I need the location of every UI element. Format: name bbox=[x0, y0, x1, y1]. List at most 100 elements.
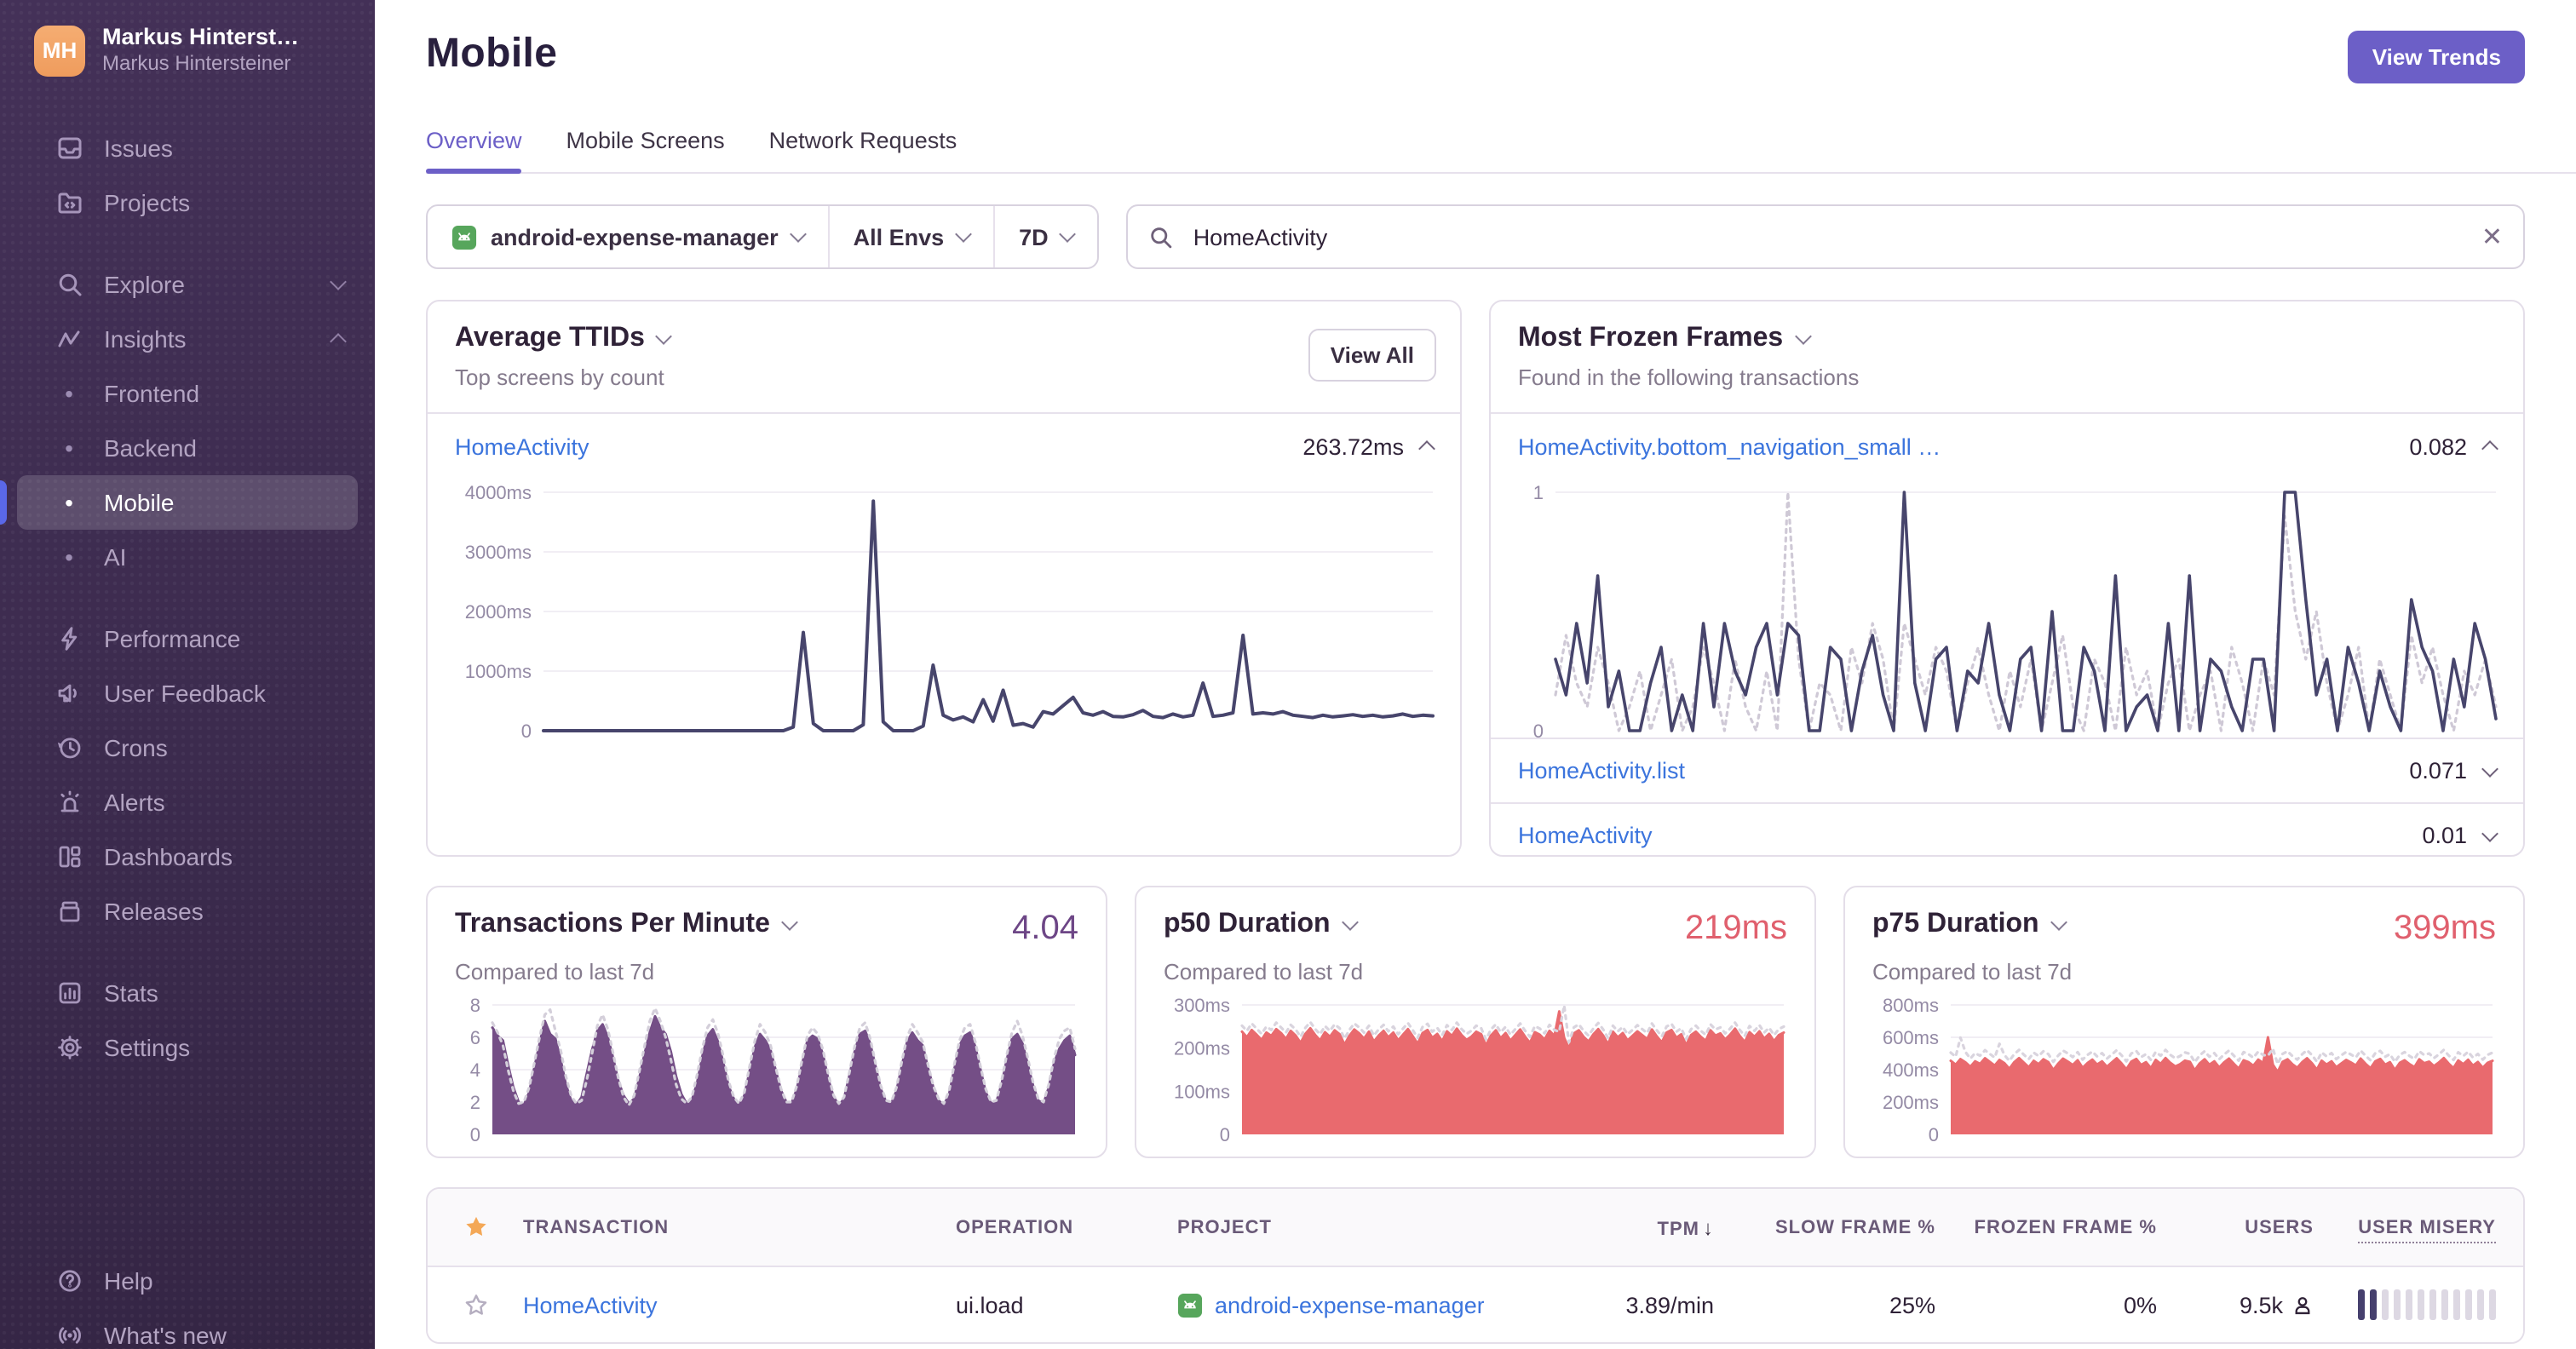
projects-icon bbox=[55, 188, 83, 217]
sidebar-item-performance[interactable]: Performance bbox=[0, 611, 375, 666]
frozen-frames-title-dropdown[interactable]: Most Frozen Frames bbox=[1518, 324, 2496, 354]
column-header-slow-frame[interactable]: SLOW FRAME % bbox=[1714, 1217, 1935, 1237]
bullet-icon: • bbox=[65, 380, 73, 407]
p50-title-dropdown[interactable]: p50 Duration bbox=[1164, 910, 1359, 940]
expand-icon[interactable] bbox=[2481, 760, 2498, 777]
sidebar-item-label: Insights bbox=[104, 325, 187, 353]
transaction-link[interactable]: HomeActivity.bottom_navigation_small … bbox=[1518, 433, 1941, 459]
frozen-row-expanded[interactable]: HomeActivity.bottom_navigation_small … 0… bbox=[1491, 414, 2523, 479]
collapse-icon[interactable] bbox=[2481, 440, 2498, 457]
tab-network-requests[interactable]: Network Requests bbox=[769, 128, 957, 172]
sidebar-item-mobile[interactable]: • Mobile bbox=[17, 475, 358, 530]
column-header-frozen-frame[interactable]: FROZEN FRAME % bbox=[1935, 1217, 2157, 1237]
p75-value: 399ms bbox=[2393, 910, 2496, 947]
frozen-value: 0.082 bbox=[2409, 433, 2467, 459]
p75-title-dropdown[interactable]: p75 Duration bbox=[1872, 910, 2067, 940]
user-misery-cell bbox=[2314, 1289, 2523, 1320]
view-all-button[interactable]: View All bbox=[1308, 329, 1436, 382]
clear-search-icon[interactable]: ✕ bbox=[2481, 224, 2503, 250]
star-column-header[interactable] bbox=[428, 1214, 523, 1240]
column-header-user-misery[interactable]: USER MISERY bbox=[2314, 1217, 2523, 1243]
frozen-frames-chart: 10 bbox=[1515, 482, 2499, 742]
sidebar-item-ai[interactable]: • AI bbox=[0, 530, 375, 584]
transaction-link[interactable]: HomeActivity bbox=[523, 1292, 658, 1317]
column-header-transaction[interactable]: TRANSACTION bbox=[523, 1217, 956, 1237]
column-header-project[interactable]: PROJECT bbox=[1177, 1217, 1586, 1237]
average-ttids-title-dropdown[interactable]: Average TTIDs bbox=[455, 324, 1433, 354]
tpm-chart: 8 6 4 2 0 bbox=[455, 995, 1078, 1145]
sidebar-item-label: Alerts bbox=[104, 789, 165, 816]
top-cards-row: Average TTIDs Top screens by count View … bbox=[426, 300, 2525, 857]
project-selector[interactable]: android-expense-manager bbox=[428, 206, 828, 267]
users-count: 9.5k bbox=[2239, 1292, 2283, 1317]
tpm-title-dropdown[interactable]: Transactions Per Minute bbox=[455, 910, 798, 940]
sidebar-item-user-feedback[interactable]: User Feedback bbox=[0, 666, 375, 720]
sidebar-item-label: Stats bbox=[104, 979, 158, 1007]
expand-icon[interactable] bbox=[2481, 824, 2498, 841]
frozen-row[interactable]: HomeActivity.list 0.071 bbox=[1491, 738, 2523, 802]
sidebar-item-label: Settings bbox=[104, 1034, 191, 1061]
frozen-value: 0.01 bbox=[2422, 823, 2467, 848]
sidebar-item-label: Performance bbox=[104, 625, 241, 652]
star-toggle[interactable] bbox=[428, 1292, 523, 1317]
sidebar-item-dashboards[interactable]: Dashboards bbox=[0, 829, 375, 884]
filter-bar: android-expense-manager All Envs 7D ✕ bbox=[426, 204, 2525, 269]
star-outline-icon bbox=[464, 1294, 486, 1314]
kpi-subtitle: Compared to last 7d bbox=[455, 959, 655, 984]
user-menu[interactable]: MH Markus Hinterst… Markus Hintersteiner bbox=[0, 0, 375, 94]
sidebar-item-label: Crons bbox=[104, 734, 168, 761]
column-header-tpm[interactable]: TPM ↓ bbox=[1586, 1215, 1714, 1239]
sidebar-item-releases[interactable]: Releases bbox=[0, 884, 375, 939]
tab-overview[interactable]: Overview bbox=[426, 128, 523, 174]
sidebar-item-insights[interactable]: Insights bbox=[0, 312, 375, 366]
table-row[interactable]: HomeActivity ui.load android-expense-man… bbox=[428, 1267, 2523, 1342]
tab-mobile-screens[interactable]: Mobile Screens bbox=[566, 128, 725, 172]
tab-bar: Overview Mobile Screens Network Requests bbox=[426, 128, 2576, 174]
bullet-icon: • bbox=[65, 489, 73, 516]
svg-text:200ms: 200ms bbox=[1174, 1038, 1230, 1059]
sidebar-item-explore[interactable]: Explore bbox=[0, 257, 375, 312]
card-title-text: p75 Duration bbox=[1872, 910, 2039, 939]
broadcast-icon bbox=[55, 1321, 83, 1349]
card-subtitle: Top screens by count bbox=[455, 365, 664, 390]
frozen-row[interactable]: HomeActivity 0.01 bbox=[1491, 802, 2523, 855]
sidebar-item-label: What's new bbox=[104, 1322, 227, 1349]
column-header-users[interactable]: USERS bbox=[2157, 1217, 2314, 1237]
column-header-operation[interactable]: OPERATION bbox=[956, 1217, 1177, 1237]
sidebar-item-backend[interactable]: • Backend bbox=[0, 421, 375, 475]
avatar: MH bbox=[34, 25, 85, 76]
view-trends-button[interactable]: View Trends bbox=[2348, 31, 2525, 83]
dashboards-icon bbox=[55, 842, 83, 871]
transaction-link[interactable]: HomeActivity bbox=[455, 433, 589, 459]
app-root: MH Markus Hinterst… Markus Hintersteiner… bbox=[0, 0, 2576, 1349]
sidebar-item-whats-new[interactable]: What's new bbox=[0, 1308, 375, 1349]
collapse-icon[interactable] bbox=[1418, 440, 1435, 457]
project-link[interactable]: android-expense-manager bbox=[1215, 1292, 1485, 1317]
sidebar-item-stats[interactable]: Stats bbox=[0, 966, 375, 1020]
environment-selector[interactable]: All Envs bbox=[827, 206, 994, 267]
sidebar-item-settings[interactable]: Settings bbox=[0, 1020, 375, 1075]
sidebar-item-frontend[interactable]: • Frontend bbox=[0, 366, 375, 421]
sidebar-item-alerts[interactable]: Alerts bbox=[0, 775, 375, 829]
chevron-down-icon bbox=[1059, 226, 1077, 243]
ttid-transaction-row[interactable]: HomeActivity 263.72ms bbox=[428, 414, 1460, 479]
releases-icon bbox=[55, 897, 83, 926]
sidebar-item-crons[interactable]: Crons bbox=[0, 720, 375, 775]
svg-text:0: 0 bbox=[1929, 1124, 1939, 1141]
sidebar-item-label: Issues bbox=[104, 135, 173, 162]
search-box: ✕ bbox=[1126, 204, 2525, 269]
svg-text:3000ms: 3000ms bbox=[465, 542, 532, 563]
svg-text:1000ms: 1000ms bbox=[465, 661, 532, 682]
search-input[interactable] bbox=[1189, 222, 2466, 251]
sidebar-item-help[interactable]: Help bbox=[0, 1254, 375, 1308]
tpm-value: 4.04 bbox=[1012, 910, 1078, 947]
siren-icon bbox=[55, 788, 83, 817]
sidebar-nav: Issues Projects Explore Insights • Front… bbox=[0, 121, 375, 1075]
sidebar-item-projects[interactable]: Projects bbox=[0, 175, 375, 230]
transaction-link[interactable]: HomeActivity bbox=[1518, 823, 1653, 848]
kpi-cards-row: Transactions Per Minute 4.04 Compared to… bbox=[426, 886, 2525, 1158]
slow-frame-cell: 25% bbox=[1889, 1292, 1935, 1317]
date-range-selector[interactable]: 7D bbox=[993, 206, 1098, 267]
sidebar-item-issues[interactable]: Issues bbox=[0, 121, 375, 175]
transaction-link[interactable]: HomeActivity.list bbox=[1518, 758, 1685, 784]
